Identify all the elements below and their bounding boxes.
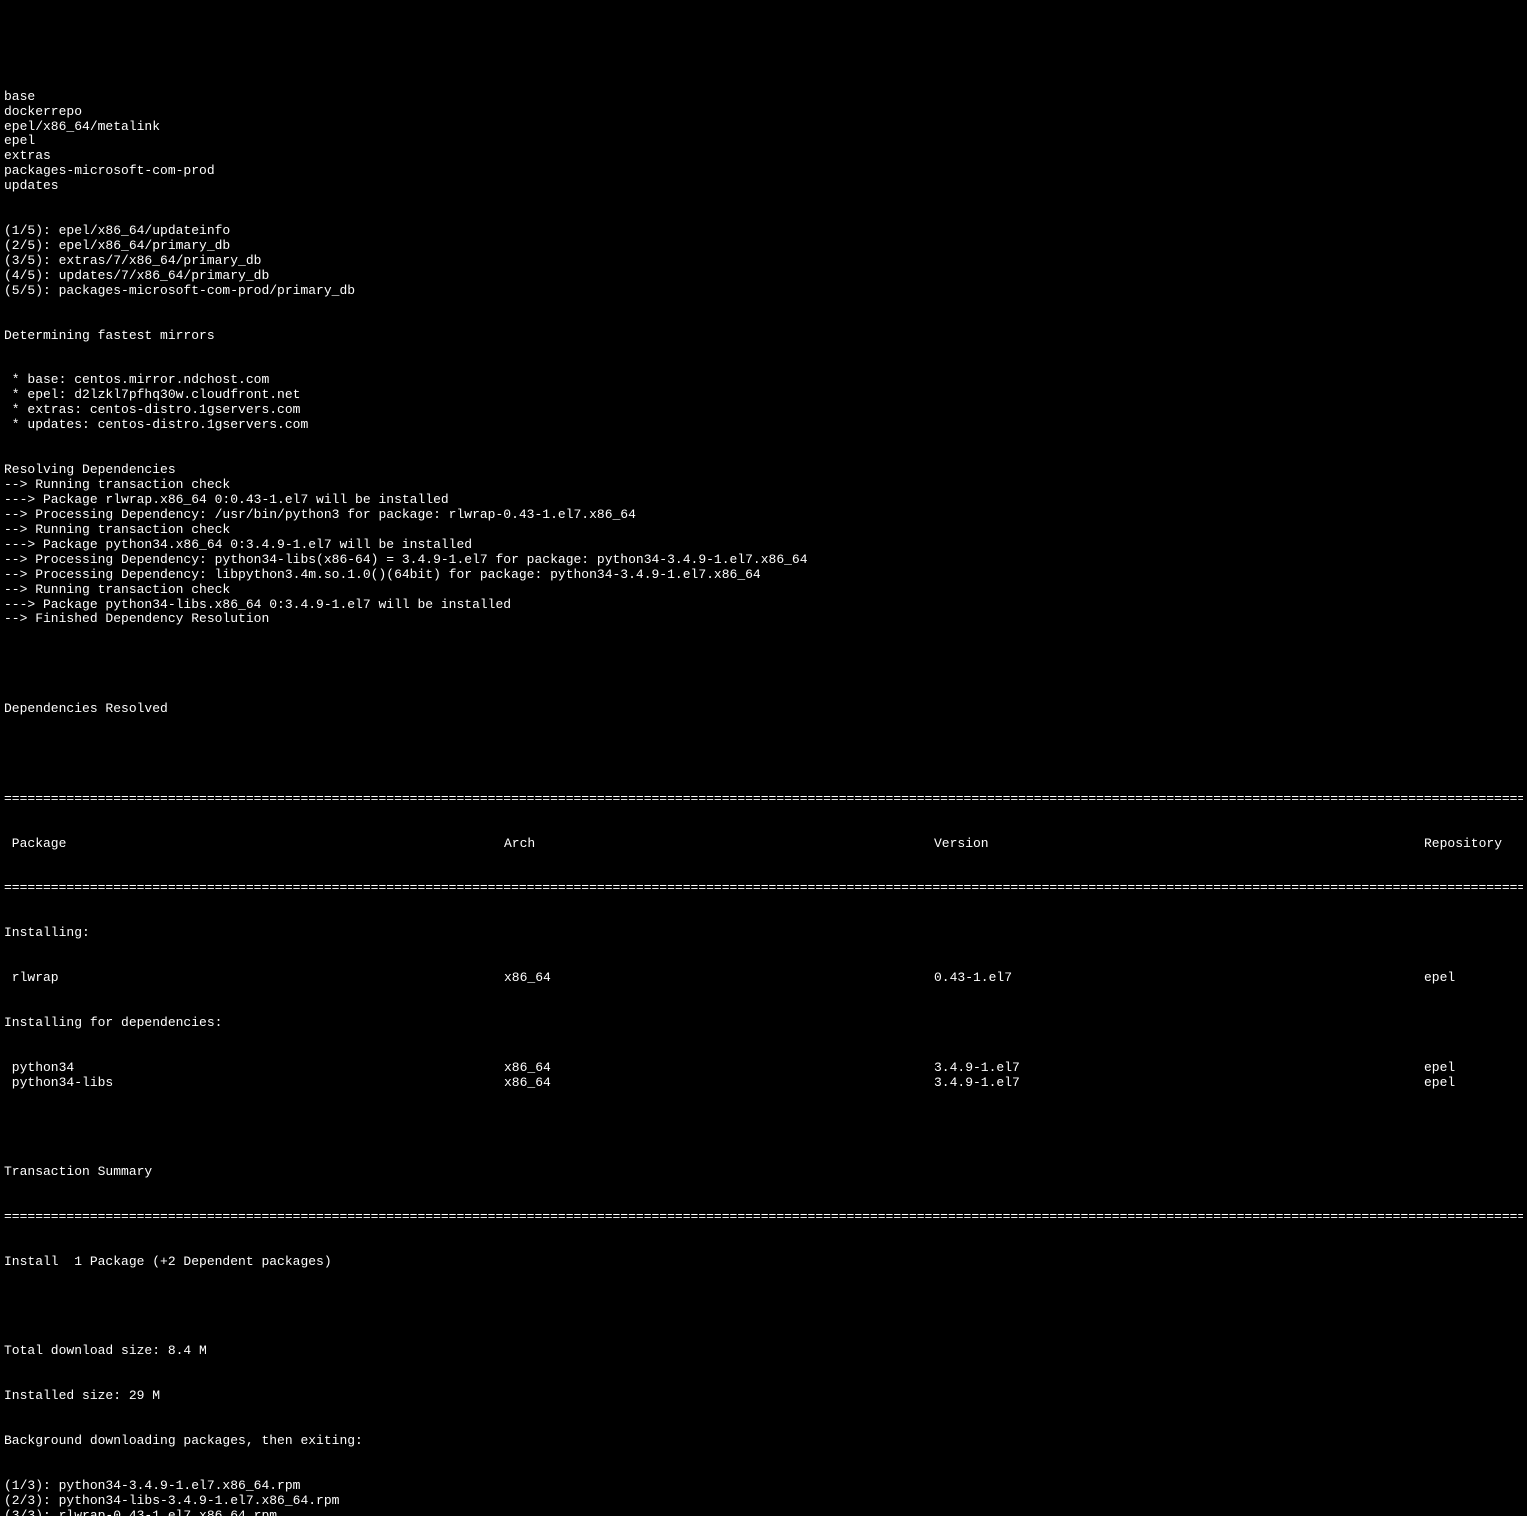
pkg-version: 0.43-1.el7 (934, 971, 1424, 986)
repo-line: dockerrepo (4, 105, 1523, 120)
deps-resolved: Dependencies Resolved (4, 702, 1523, 717)
dependency-resolution: Resolving Dependencies--> Running transa… (4, 463, 1523, 627)
pkg-download-line: (2/3): python34-libs-3.4.9-1.el7.x86_64.… (4, 1494, 1523, 1509)
blank-line (4, 747, 1523, 762)
resolve-line: Resolving Dependencies (4, 463, 1523, 478)
blank-line (4, 1120, 1523, 1135)
table-separator-top: ========================================… (4, 792, 1523, 807)
resolve-line: --> Finished Dependency Resolution (4, 612, 1523, 627)
header-package: Package (4, 837, 504, 852)
table-row: rlwrapx86_640.43-1.el7epel (4, 971, 1523, 986)
installing-deps-label: Installing for dependencies: (4, 1016, 1523, 1031)
resolve-line: --> Running transaction check (4, 523, 1523, 538)
header-version: Version (934, 837, 1424, 852)
mirror-line: * base: centos.mirror.ndchost.com (4, 373, 1523, 388)
mirrors-list: * base: centos.mirror.ndchost.com * epel… (4, 373, 1523, 433)
table-separator-mid: ========================================… (4, 881, 1523, 896)
resolve-line: --> Processing Dependency: python34-libs… (4, 553, 1523, 568)
resolve-line: ---> Package rlwrap.x86_64 0:0.43-1.el7 … (4, 493, 1523, 508)
resolve-line: --> Running transaction check (4, 478, 1523, 493)
pkg-name: rlwrap (4, 971, 504, 986)
mirror-line: * epel: d2lzkl7pfhq30w.cloudfront.net (4, 388, 1523, 403)
blank-line (4, 1300, 1523, 1315)
table-separator-bottom: ========================================… (4, 1210, 1523, 1225)
resolve-line: ---> Package python34-libs.x86_64 0:3.4.… (4, 598, 1523, 613)
terminal-output[interactable]: basedockerrepoepel/x86_64/metalinkepelex… (0, 60, 1527, 1516)
pkg-download-line: (1/3): python34-3.4.9-1.el7.x86_64.rpm (4, 1479, 1523, 1494)
repo-line: base (4, 90, 1523, 105)
pkg-name: python34-libs (4, 1076, 504, 1091)
table-row: python34-libsx86_643.4.9-1.el7epel (4, 1076, 1523, 1091)
repo-list: basedockerrepoepel/x86_64/metalinkepelex… (4, 90, 1523, 195)
bg-download: Background downloading packages, then ex… (4, 1434, 1523, 1449)
blank-line (4, 657, 1523, 672)
download-line: (2/5): epel/x86_64/primary_db (4, 239, 1523, 254)
download-line: (3/5): extras/7/x86_64/primary_db (4, 254, 1523, 269)
installed-size: Installed size: 29 M (4, 1389, 1523, 1404)
package-downloads: (1/3): python34-3.4.9-1.el7.x86_64.rpm(2… (4, 1479, 1523, 1516)
repo-line: extras (4, 149, 1523, 164)
pkg-repo: epel (1424, 1076, 1523, 1091)
resolve-line: ---> Package python34.x86_64 0:3.4.9-1.e… (4, 538, 1523, 553)
header-repository: Repository (1424, 837, 1523, 852)
package-main-list: rlwrapx86_640.43-1.el7epel (4, 971, 1523, 986)
mirror-line: * updates: centos-distro.1gservers.com (4, 418, 1523, 433)
pkg-repo: epel (1424, 971, 1523, 986)
mirrors-header: Determining fastest mirrors (4, 329, 1523, 344)
package-deps-list: python34x86_643.4.9-1.el7epel python34-l… (4, 1061, 1523, 1091)
repo-line: epel/x86_64/metalink (4, 120, 1523, 135)
download-line: (4/5): updates/7/x86_64/primary_db (4, 269, 1523, 284)
pkg-version: 3.4.9-1.el7 (934, 1076, 1424, 1091)
pkg-version: 3.4.9-1.el7 (934, 1061, 1424, 1076)
repo-line: updates (4, 179, 1523, 194)
resolve-line: --> Processing Dependency: libpython3.4m… (4, 568, 1523, 583)
repo-line: epel (4, 134, 1523, 149)
repo-line: packages-microsoft-com-prod (4, 164, 1523, 179)
pkg-arch: x86_64 (504, 971, 934, 986)
pkg-download-line: (3/3): rlwrap-0.43-1.el7.x86_64.rpm (4, 1509, 1523, 1516)
pkg-arch: x86_64 (504, 1061, 934, 1076)
table-header-row: Package Arch Version Repository (4, 837, 1523, 852)
resolve-line: --> Running transaction check (4, 583, 1523, 598)
table-row: python34x86_643.4.9-1.el7epel (4, 1061, 1523, 1076)
resolve-line: --> Processing Dependency: /usr/bin/pyth… (4, 508, 1523, 523)
transaction-summary: Transaction Summary (4, 1165, 1523, 1180)
download-line: (5/5): packages-microsoft-com-prod/prima… (4, 284, 1523, 299)
installing-label: Installing: (4, 926, 1523, 941)
pkg-name: python34 (4, 1061, 504, 1076)
pkg-repo: epel (1424, 1061, 1523, 1076)
mirror-line: * extras: centos-distro.1gservers.com (4, 403, 1523, 418)
pkg-arch: x86_64 (504, 1076, 934, 1091)
install-summary: Install 1 Package (+2 Dependent packages… (4, 1255, 1523, 1270)
header-arch: Arch (504, 837, 934, 852)
download-size: Total download size: 8.4 M (4, 1344, 1523, 1359)
download-line: (1/5): epel/x86_64/updateinfo (4, 224, 1523, 239)
download-list: (1/5): epel/x86_64/updateinfo(2/5): epel… (4, 224, 1523, 299)
